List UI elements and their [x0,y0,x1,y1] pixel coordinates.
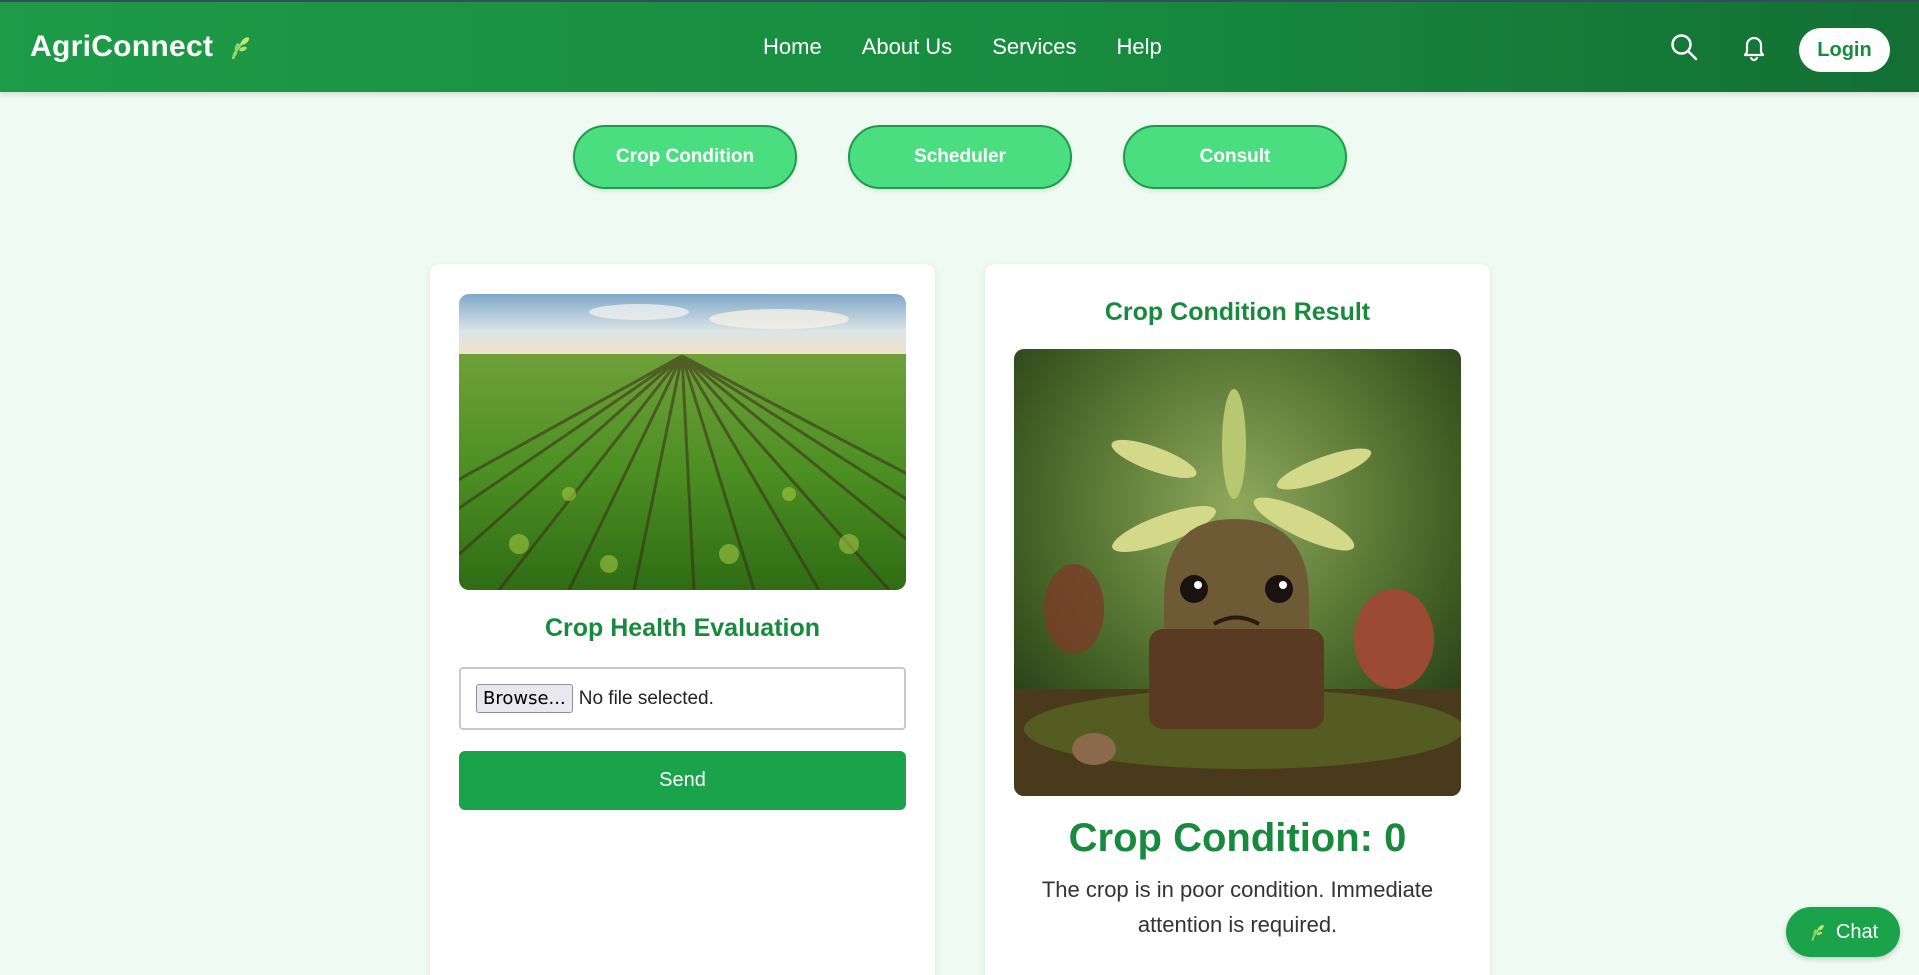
leaf-sprout-icon [232,37,250,60]
crop-result-card: Crop Condition Result Crop Condition: 0 … [985,264,1490,975]
nav-help[interactable]: Help [1117,34,1162,60]
chat-button[interactable]: Chat [1786,907,1900,957]
chat-label: Chat [1835,920,1879,943]
tab-scheduler[interactable]: Scheduler [848,125,1072,189]
search-icon[interactable] [1669,32,1699,62]
nav-services[interactable]: Services [992,34,1076,60]
crop-condition-value: Crop Condition: 0 [1068,816,1407,860]
crop-evaluation-card: Crop Health Evaluation Browse... No file… [430,264,935,975]
tab-consult[interactable]: Consult [1123,125,1347,189]
send-button[interactable]: Send [459,751,906,810]
login-button[interactable]: Login [1799,28,1890,72]
brand-name: AgriConnect [30,30,214,63]
leaf-sprout-icon [1811,925,1824,941]
nav-home[interactable]: Home [763,34,822,60]
file-upload-field[interactable]: Browse... No file selected. [459,667,906,730]
nav-about-us[interactable]: About Us [862,34,953,60]
crop-condition-message: The crop is in poor condition. Immediate… [1041,877,1434,937]
main-nav: Home About Us Services Help [763,34,1162,60]
top-navbar: AgriConnect Home About Us Services Help … [0,0,1919,92]
brand-logo[interactable]: AgriConnect [30,30,255,64]
result-title: Crop Condition Result [1104,298,1371,326]
tab-crop-condition[interactable]: Crop Condition [573,125,797,189]
bell-icon[interactable] [1739,32,1769,62]
sad-plant-image [1014,349,1461,796]
file-status: No file selected. [578,687,714,709]
evaluation-title: Crop Health Evaluation [544,614,821,642]
browse-button[interactable]: Browse... [476,684,573,713]
crop-field-image [459,294,906,590]
